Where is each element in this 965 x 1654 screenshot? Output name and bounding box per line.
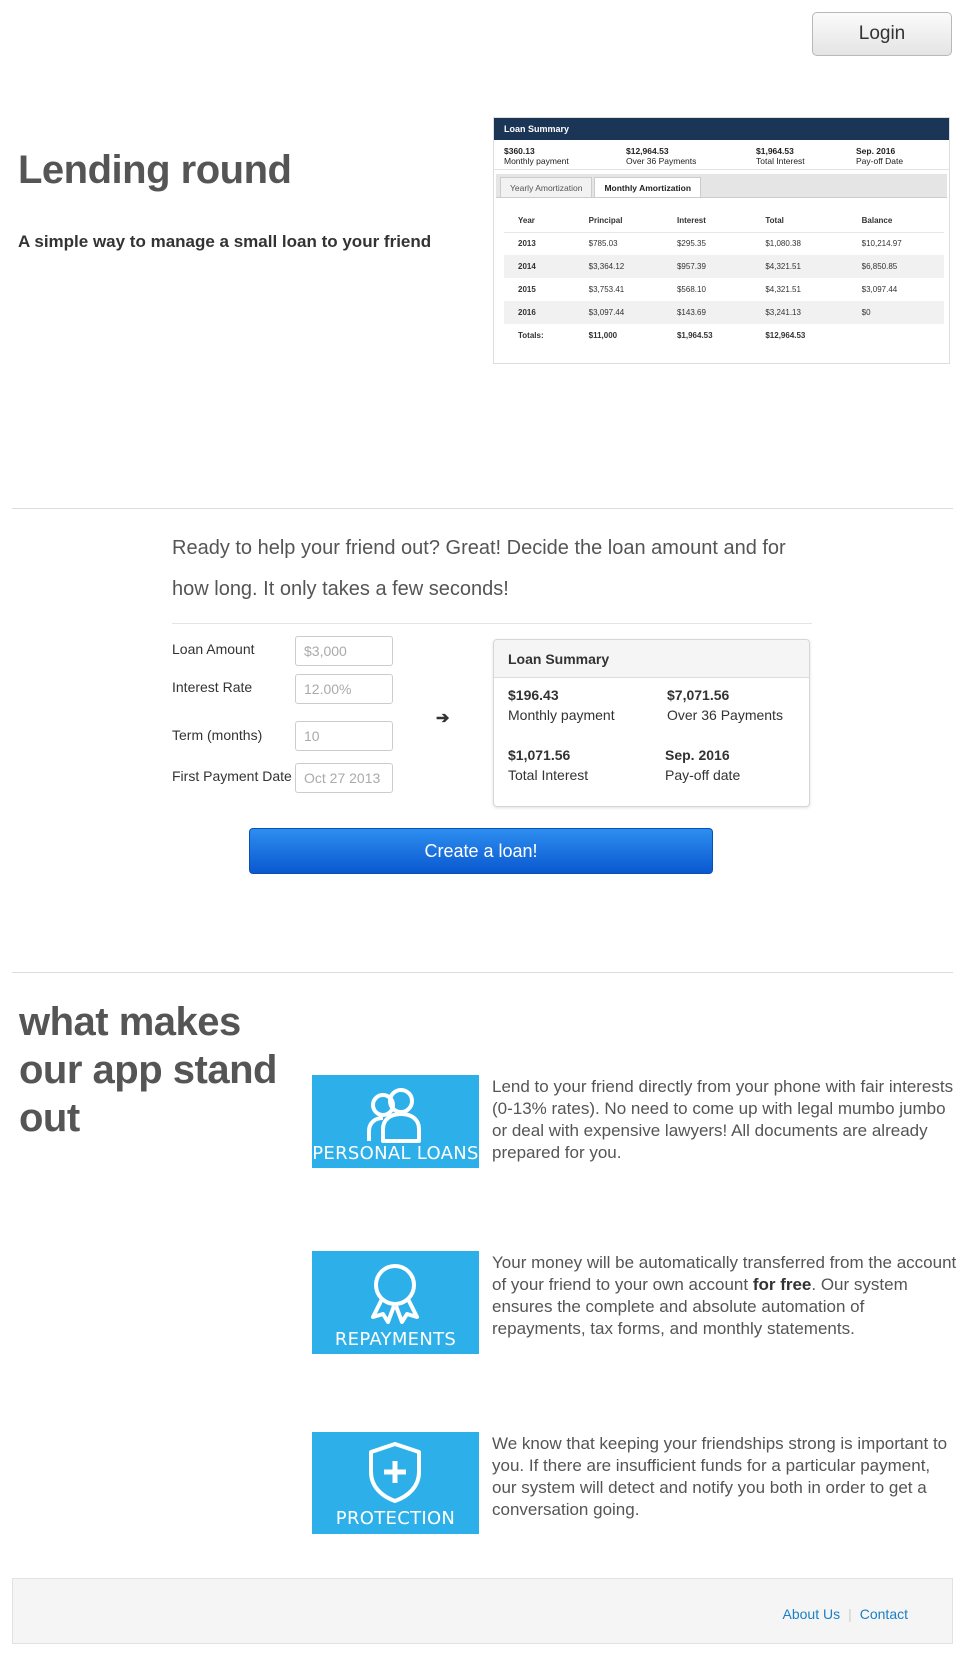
features-title: what makes our app stand out [19, 1000, 277, 1140]
repayments-tile: REPAYMENTS [312, 1251, 479, 1354]
shield-plus-icon [369, 1442, 421, 1503]
login-button[interactable]: Login [812, 12, 952, 56]
table-row: 2016 $3,097.44 $143.69 $3,241.13 $0 [504, 301, 944, 324]
first-payment-date-input[interactable] [295, 763, 393, 793]
preview-summary-item: $1,964.53 Total Interest [756, 146, 805, 166]
preview-summary-item: $12,964.53 Over 36 Payments [626, 146, 697, 166]
personal-loans-text: Lend to your friend directly from your p… [492, 1077, 954, 1162]
about-us-link[interactable]: About Us [783, 1606, 841, 1622]
column-header: Total [751, 209, 848, 233]
term-input[interactable] [295, 721, 393, 751]
table-row: 2015 $3,753.41 $568.10 $4,321.51 $3,097.44 [518, 285, 898, 294]
hero-subtitle: A simple way to manage a small loan to y… [18, 232, 432, 251]
term-label: Term (months) [172, 727, 263, 743]
table-row: 2014 $3,364.12 $957.39 $4,321.51 $6,850.85 [504, 255, 944, 278]
ribbon-icon [371, 1264, 419, 1324]
users-icon [367, 1088, 421, 1143]
arrow-right-icon: ➔ [436, 710, 450, 727]
column-header: Balance [847, 209, 944, 233]
protection-label: PROTECTION [335, 1508, 456, 1529]
table-totals-row: Totals: $11,000 $1,964.53 $12,964.53 [518, 331, 806, 340]
preview-summary-item: $360.13 Monthly payment [504, 146, 569, 166]
intro-divider [172, 623, 812, 624]
payoff-date: Sep. 2016 Pay-off date [665, 747, 741, 783]
loan-summary-title: Loan Summary [494, 640, 809, 678]
repayments-text: Your money will be automatically transfe… [492, 1253, 957, 1338]
protection-text: We know that keeping your friendships st… [492, 1434, 948, 1519]
column-header: Year [504, 209, 575, 233]
repayments-label: REPAYMENTS [334, 1329, 457, 1350]
personal-loans-tile: PERSONAL LOANS [312, 1075, 479, 1168]
intro-text: Ready to help your friend out? Great! De… [172, 537, 786, 600]
loan-amount-label: Loan Amount [172, 641, 255, 657]
interest-rate-input[interactable] [295, 674, 393, 704]
first-payment-date-label: First Payment Date [172, 768, 292, 784]
preview-tabs: Yearly Amortization Monthly Amortization [496, 174, 947, 198]
total-interest: $1,071.56 Total Interest [508, 747, 589, 783]
footer-links: About Us | Contact [783, 1606, 908, 1622]
section-divider [12, 972, 953, 973]
monthly-payment: $196.43 Monthly payment [508, 687, 615, 723]
preview-amortization-table: Year Principal Interest Total Balance 20… [504, 209, 944, 347]
preview-header: Loan Summary [494, 118, 949, 140]
preview-tab-yearly: Yearly Amortization [500, 177, 593, 197]
footer: About Us | Contact [12, 1578, 953, 1644]
app-preview-screenshot: Loan Summary $360.13 Monthly payment $12,… [493, 117, 950, 364]
table-header-row: Year Principal Interest Total Balance [504, 209, 944, 233]
table-row: 2013 $785.03 $295.35 $1,080.38 $10,214.97 [518, 239, 902, 249]
loan-amount-input[interactable] [295, 636, 393, 666]
preview-summary-item: Sep. 2016 Pay-off Date [856, 146, 904, 166]
interest-rate-label: Interest Rate [172, 679, 253, 695]
hero-title: Lending round [18, 148, 292, 192]
preview-summary: $360.13 Monthly payment $12,964.53 Over 36… [494, 140, 949, 170]
protection-tile: PROTECTION [312, 1432, 479, 1534]
footer-separator: | [848, 1606, 852, 1622]
column-header: Interest [662, 209, 752, 233]
column-header: Principal [574, 209, 663, 233]
total-payments: $7,071.56 Over 36 Payments [667, 687, 783, 723]
preview-tab-monthly: Monthly Amortization [594, 177, 702, 197]
contact-link[interactable]: Contact [860, 1606, 908, 1622]
section-divider [12, 508, 953, 509]
loan-summary-card: Loan Summary $196.43 Monthly payment $7,0… [493, 639, 810, 807]
create-loan-button[interactable]: Create a loan! [249, 828, 713, 874]
personal-loans-label: PERSONAL LOANS [312, 1143, 479, 1164]
